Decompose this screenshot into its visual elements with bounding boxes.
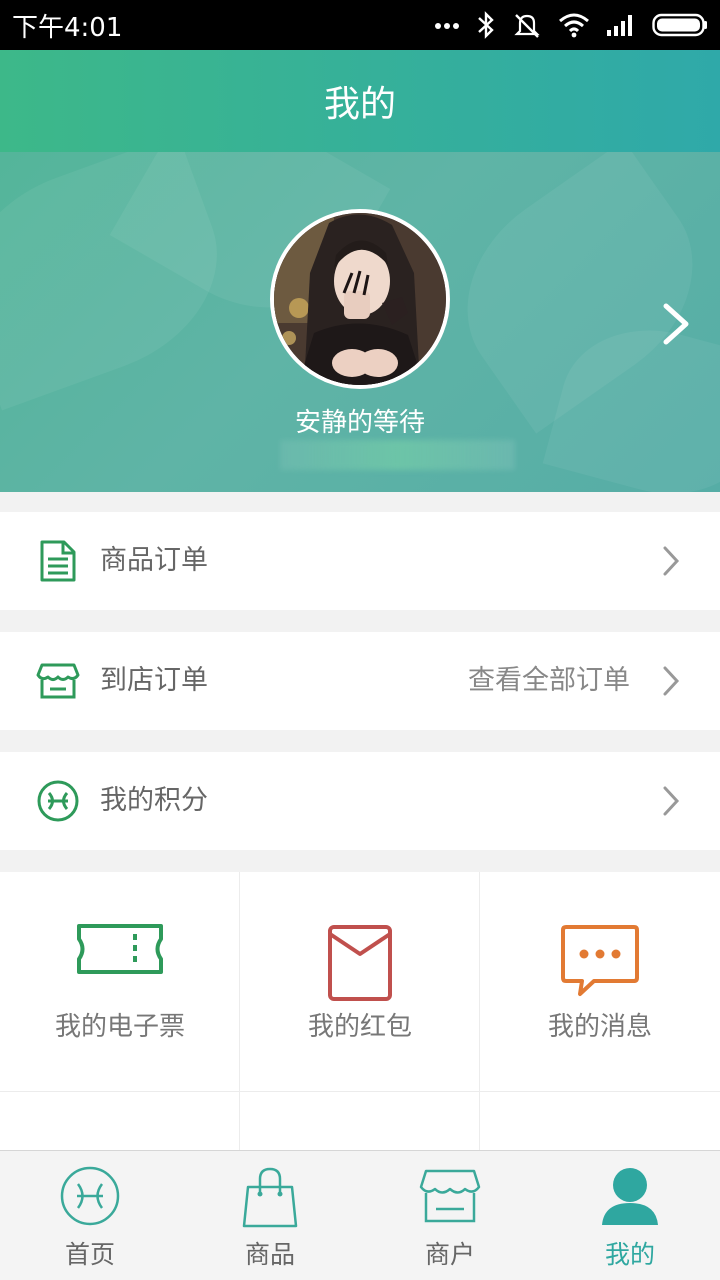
grid-item-red-envelope[interactable]: 我的红包 bbox=[240, 872, 480, 1092]
profile-banner[interactable]: 安静的等待 bbox=[0, 152, 720, 492]
chevron-right-icon bbox=[663, 546, 680, 576]
user-icon bbox=[602, 1168, 658, 1225]
grid-label: 我的消息 bbox=[547, 1012, 652, 1042]
view-all-orders-link[interactable]: 查看全部订单 bbox=[468, 632, 630, 730]
store-icon bbox=[36, 663, 80, 699]
menu-label: 商品订单 bbox=[100, 545, 208, 576]
bluetooth-icon bbox=[478, 11, 494, 39]
chevron-right-icon[interactable] bbox=[660, 302, 692, 346]
nickname: 安静的等待 bbox=[294, 408, 425, 438]
header: 我的 bbox=[0, 50, 720, 152]
home-icon bbox=[60, 1166, 120, 1226]
menu-row-product-orders[interactable]: 商品订单 bbox=[0, 512, 720, 610]
message-icon bbox=[561, 925, 639, 996]
tab-merchants[interactable]: 商户 bbox=[360, 1151, 540, 1280]
tab-label: 首页 bbox=[64, 1240, 115, 1269]
grid-item-messages[interactable]: 我的消息 bbox=[480, 872, 720, 1092]
tab-label: 商品 bbox=[244, 1240, 295, 1269]
status-icons bbox=[434, 11, 708, 39]
avatar[interactable] bbox=[270, 209, 450, 389]
menu-label: 到店订单 bbox=[100, 665, 208, 696]
points-icon bbox=[37, 780, 79, 822]
grid-item-e-ticket[interactable]: 我的电子票 bbox=[0, 872, 240, 1092]
tab-products[interactable]: 商品 bbox=[180, 1151, 360, 1280]
grid-label: 我的电子票 bbox=[54, 1012, 185, 1042]
ticket-icon bbox=[77, 924, 163, 974]
avatar-photo bbox=[274, 213, 446, 385]
tab-home[interactable]: 首页 bbox=[0, 1151, 180, 1280]
more-dots-icon bbox=[435, 23, 459, 29]
tab-label: 商户 bbox=[424, 1240, 475, 1269]
tab-mine[interactable]: 我的 bbox=[540, 1151, 720, 1280]
tab-label: 我的 bbox=[604, 1240, 655, 1269]
bottom-tab-bar: 首页 商品 商户 我的 bbox=[0, 1150, 720, 1280]
battery-icon bbox=[652, 13, 707, 37]
menu-label: 我的积分 bbox=[100, 785, 208, 816]
feature-grid: 我的电子票 我的红包 我的消息 bbox=[0, 872, 720, 1152]
shopping-bag-icon bbox=[242, 1167, 298, 1228]
grid-item-row2-2[interactable] bbox=[240, 1092, 480, 1152]
wifi-icon bbox=[559, 13, 589, 38]
status-bar: 下午4:01 bbox=[0, 0, 720, 50]
status-time: 下午4:01 bbox=[12, 12, 123, 43]
grid-item-row2-3[interactable] bbox=[480, 1092, 720, 1152]
signal-icon bbox=[607, 15, 632, 36]
merchant-icon bbox=[419, 1169, 481, 1223]
page-title: 我的 bbox=[323, 84, 396, 125]
grid-item-row2-1[interactable] bbox=[0, 1092, 240, 1152]
red-envelope-icon bbox=[328, 925, 392, 1001]
menu-row-store-orders[interactable]: 到店订单 查看全部订单 bbox=[0, 632, 720, 730]
menu-row-points[interactable]: 我的积分 bbox=[0, 752, 720, 850]
chevron-right-icon bbox=[663, 666, 680, 696]
mute-icon bbox=[514, 14, 540, 38]
blurred-info bbox=[280, 440, 515, 470]
document-icon bbox=[40, 540, 76, 582]
grid-label: 我的红包 bbox=[307, 1012, 412, 1042]
chevron-right-icon bbox=[663, 786, 680, 816]
